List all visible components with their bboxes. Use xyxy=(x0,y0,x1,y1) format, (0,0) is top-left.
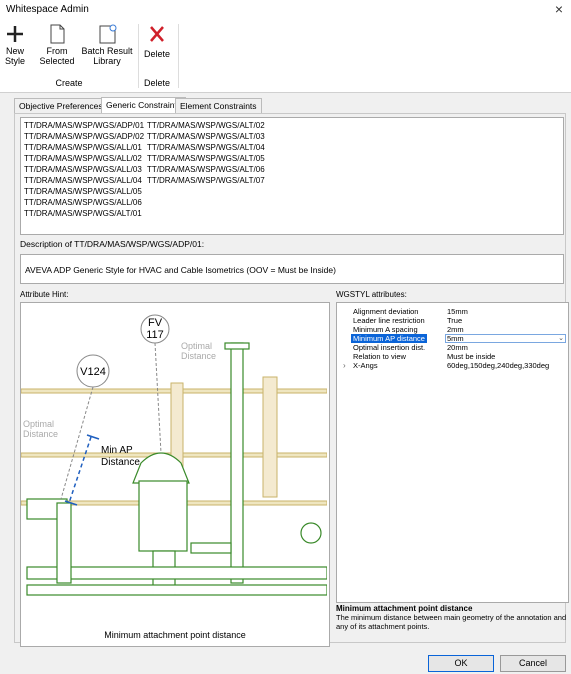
title-bar: Whitespace Admin × xyxy=(0,0,571,21)
tab-objective-preferences[interactable]: Objective Preferences xyxy=(14,98,108,113)
create-group-label: Create xyxy=(55,78,83,88)
attribute-row-selected[interactable]: Minimum AP distance 5mm ⌄ xyxy=(337,334,566,343)
optimal-distance-label-2: Optimal xyxy=(23,419,54,429)
wgstyl-attributes-label: WGSTYL attributes: xyxy=(336,290,407,299)
optimal-distance-label-1b: Distance xyxy=(181,351,216,361)
expand-arrow-icon[interactable]: › xyxy=(343,361,346,370)
help-text: The minimum distance between main geomet… xyxy=(336,613,567,631)
attribute-value[interactable]: 60deg,150deg,240deg,330deg xyxy=(447,361,549,370)
attribute-row[interactable]: Leader line restriction True xyxy=(337,316,566,325)
min-ap-label-b: Distance xyxy=(101,457,140,468)
style-list[interactable]: TT/DRA/MAS/WSP/WGS/ADP/01 TT/DRA/MAS/WSP… xyxy=(20,117,564,235)
list-item[interactable]: TT/DRA/MAS/WSP/WGS/ALT/02 xyxy=(147,120,265,131)
list-item[interactable]: TT/DRA/MAS/WSP/WGS/ALL/05 xyxy=(24,186,144,197)
hint-caption: Minimum attachment point distance xyxy=(104,630,246,640)
list-item[interactable]: TT/DRA/MAS/WSP/WGS/ALT/05 xyxy=(147,153,265,164)
min-ap-label: Min AP xyxy=(101,445,133,456)
new-style-button[interactable]: New Style xyxy=(4,24,26,66)
attribute-name: Relation to view xyxy=(353,352,406,361)
attribute-value[interactable]: 20mm xyxy=(447,343,468,352)
list-item[interactable]: TT/DRA/MAS/WSP/WGS/ALT/07 xyxy=(147,175,265,186)
list-item[interactable]: TT/DRA/MAS/WSP/WGS/ALT/01 xyxy=(24,208,144,219)
list-item[interactable]: TT/DRA/MAS/WSP/WGS/ALL/06 xyxy=(24,197,144,208)
from-selected-label: From Selected xyxy=(39,46,75,66)
list-item[interactable]: TT/DRA/MAS/WSP/WGS/ALL/02 xyxy=(24,153,144,164)
tag-117: 117 xyxy=(146,329,164,341)
description-label: Description of TT/DRA/MAS/WSP/WGS/ADP/01… xyxy=(20,239,205,249)
plus-icon xyxy=(7,26,23,42)
description-text: AVEVA ADP Generic Style for HVAC and Cab… xyxy=(25,265,336,275)
library-document-icon xyxy=(99,24,117,44)
list-item[interactable]: TT/DRA/MAS/WSP/WGS/ALT/04 xyxy=(147,142,265,153)
attribute-row[interactable]: Minimum A spacing 2mm xyxy=(337,325,566,334)
document-icon xyxy=(50,24,65,44)
attribute-name: Minimum A spacing xyxy=(353,325,418,334)
tag-v124: V124 xyxy=(80,366,106,378)
attribute-row[interactable]: Relation to view Must be inside xyxy=(337,352,566,361)
attribute-row[interactable]: Alignment deviation 15mm xyxy=(337,307,566,316)
delete-label: Delete xyxy=(143,49,170,59)
style-list-column-2: TT/DRA/MAS/WSP/WGS/ALT/02 TT/DRA/MAS/WSP… xyxy=(147,120,265,186)
attribute-row[interactable]: Optimal insertion dist. 20mm xyxy=(337,343,566,352)
batch-result-library-label: Batch Result Library xyxy=(81,46,133,66)
list-item[interactable]: TT/DRA/MAS/WSP/WGS/ALL/04 xyxy=(24,175,144,186)
list-item[interactable]: TT/DRA/MAS/WSP/WGS/ALT/06 xyxy=(147,164,265,175)
style-list-column-1: TT/DRA/MAS/WSP/WGS/ADP/01 TT/DRA/MAS/WSP… xyxy=(24,120,144,219)
attribute-value[interactable]: 2mm xyxy=(447,325,464,334)
attribute-value[interactable]: 5mm xyxy=(447,334,464,343)
attribute-help: Minimum attachment point distance The mi… xyxy=(336,604,568,631)
delete-group-label: Delete xyxy=(143,78,170,88)
description-box: AVEVA ADP Generic Style for HVAC and Cab… xyxy=(20,254,564,284)
attribute-row[interactable]: › X-Angs 60deg,150deg,240deg,330deg xyxy=(337,361,566,370)
list-item[interactable]: TT/DRA/MAS/WSP/WGS/ALL/01 xyxy=(24,142,144,153)
attribute-value[interactable]: Must be inside xyxy=(447,352,495,361)
attribute-name: Alignment deviation xyxy=(353,307,419,316)
attribute-name: X-Angs xyxy=(353,361,378,370)
tab-element-constraints[interactable]: Element Constraints xyxy=(175,98,262,113)
list-item[interactable]: TT/DRA/MAS/WSP/WGS/ALL/03 xyxy=(24,164,144,175)
attribute-name: Minimum AP distance xyxy=(351,334,427,343)
ribbon-separator xyxy=(178,24,179,88)
close-icon[interactable]: × xyxy=(555,1,563,17)
chevron-down-icon[interactable]: ⌄ xyxy=(558,334,564,343)
ok-button[interactable]: OK xyxy=(428,655,494,672)
list-item[interactable]: TT/DRA/MAS/WSP/WGS/ADP/02 xyxy=(24,131,144,142)
attribute-name: Optimal insertion dist. xyxy=(353,343,426,352)
optimal-distance-label-2b: Distance xyxy=(23,429,58,439)
ribbon-separator xyxy=(138,24,139,88)
attribute-hint-label: Attribute Hint: xyxy=(20,290,69,299)
batch-result-library-button[interactable]: Batch Result Library xyxy=(80,24,134,66)
attributes-grid[interactable]: Alignment deviation 15mm Leader line rest… xyxy=(336,302,569,603)
piping-diagram-illustration: FV 117 V124 Optimal Distance Optimal Dis… xyxy=(21,314,327,596)
list-item[interactable]: TT/DRA/MAS/WSP/WGS/ALT/03 xyxy=(147,131,265,142)
tag-fv: FV xyxy=(148,317,163,329)
from-selected-button[interactable]: From Selected xyxy=(38,24,76,66)
optimal-distance-label-1: Optimal xyxy=(181,341,212,351)
window-title: Whitespace Admin xyxy=(6,4,89,15)
attribute-value[interactable]: 15mm xyxy=(447,307,468,316)
attribute-value[interactable]: True xyxy=(447,316,462,325)
attribute-name: Leader line restriction xyxy=(353,316,425,325)
attribute-hint-image: FV 117 V124 Optimal Distance Optimal Dis… xyxy=(20,302,330,647)
delete-x-icon xyxy=(150,26,164,42)
delete-button[interactable]: Delete xyxy=(142,24,172,59)
new-style-label: New Style xyxy=(4,46,25,66)
ribbon: New Style From Selected Batch Result Lib… xyxy=(0,20,571,93)
cancel-button[interactable]: Cancel xyxy=(500,655,566,672)
tab-generic-constraints[interactable]: Generic Constraints xyxy=(101,97,187,114)
list-item[interactable]: TT/DRA/MAS/WSP/WGS/ADP/01 xyxy=(24,120,144,131)
help-title: Minimum attachment point distance xyxy=(336,604,473,613)
